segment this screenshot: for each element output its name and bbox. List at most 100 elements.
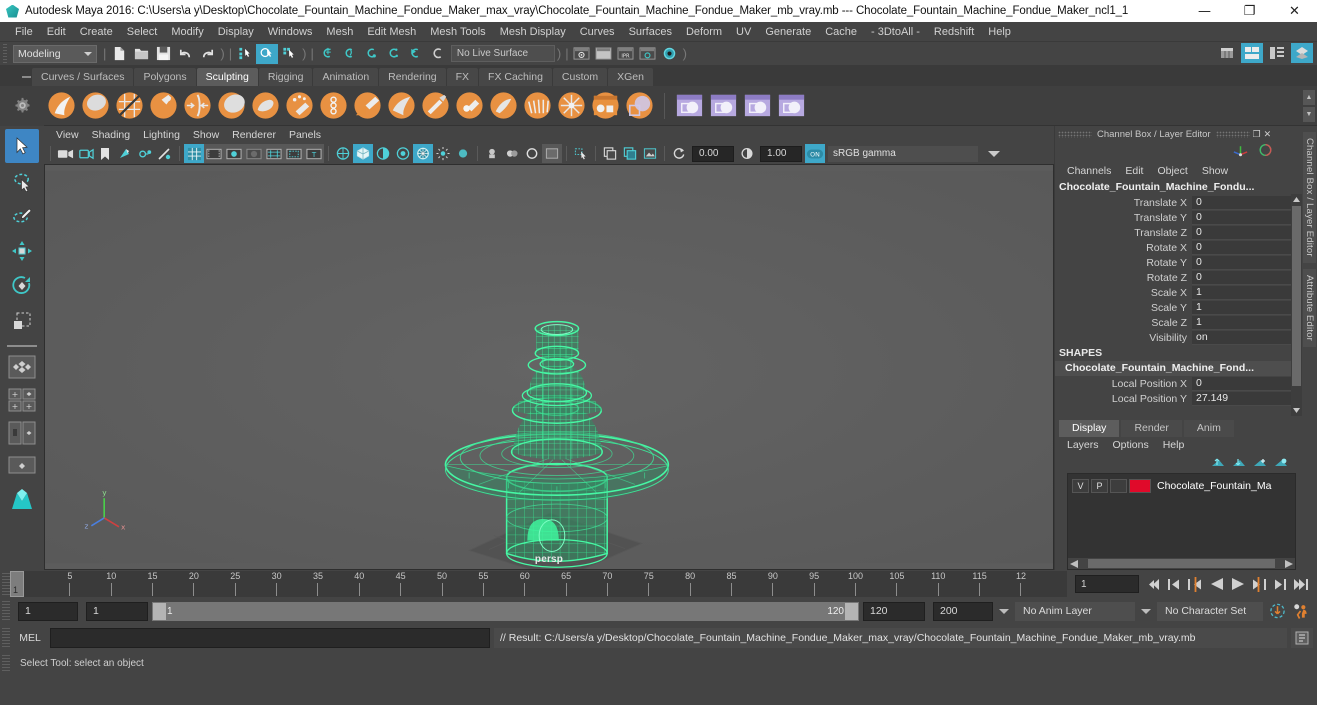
scroll-down-icon[interactable] (1292, 405, 1301, 416)
menu-3dtoall[interactable]: - 3DtoAll - (864, 24, 927, 40)
shelf-scroll-arrows[interactable]: ▲ ▼ (1303, 90, 1315, 122)
make-live-icon[interactable] (426, 44, 448, 64)
step-back-frame-icon[interactable] (1166, 575, 1183, 593)
menu-edit[interactable]: Edit (40, 24, 73, 40)
character-set-dropdown-icon[interactable] (1141, 608, 1151, 614)
xray-joints-icon[interactable] (482, 144, 502, 163)
spray-tool-icon[interactable] (284, 90, 315, 121)
animation-preferences-icon[interactable] (1292, 602, 1309, 620)
undock-panel-icon[interactable]: ❐ (1253, 129, 1261, 140)
step-forward-frame-icon[interactable] (1271, 575, 1288, 593)
sculpt-settings-icon[interactable] (708, 90, 739, 121)
dock-tab-attribute-editor[interactable]: Attribute Editor (1303, 268, 1316, 347)
snap-to-curve-icon[interactable] (338, 44, 360, 64)
two-sided-lighting-icon[interactable] (135, 144, 155, 163)
menu-surfaces[interactable]: Surfaces (622, 24, 679, 40)
step-forward-key-icon[interactable] (1250, 575, 1267, 593)
ipr-render-icon[interactable]: IPR (615, 44, 637, 64)
snap-to-view-plane-icon[interactable] (404, 44, 426, 64)
shadows-icon[interactable] (155, 144, 175, 163)
bulge-tool-icon[interactable] (556, 90, 587, 121)
channel-value-field[interactable]: 0 (1192, 195, 1302, 210)
textured-icon[interactable] (393, 144, 413, 163)
step-back-key-icon[interactable] (1187, 575, 1204, 593)
select-camera-icon[interactable] (55, 144, 75, 163)
go-to-start-icon[interactable] (1145, 575, 1162, 593)
color-management-toggle[interactable]: ON (805, 144, 825, 163)
menu-display[interactable]: Display (211, 24, 261, 40)
layer-editor-tab-render[interactable]: Render (1121, 420, 1182, 437)
range-slider-bar[interactable]: 1 120 (152, 601, 859, 621)
layer-editor-tab-display[interactable]: Display (1059, 420, 1120, 437)
viewport-menu-renderer[interactable]: Renderer (226, 128, 282, 142)
script-language-label[interactable]: MEL (10, 632, 50, 644)
viewport-menu-panels[interactable]: Panels (283, 128, 327, 142)
new-scene-icon[interactable] (108, 44, 130, 64)
select-by-component-icon[interactable] (278, 44, 300, 64)
use-all-lights-icon[interactable] (413, 144, 433, 163)
xray-icon[interactable] (453, 144, 473, 163)
anim-layer-dropdown-icon[interactable] (999, 608, 1009, 614)
channel-value-field[interactable]: 0 (1192, 210, 1302, 225)
repeat-tool-icon[interactable] (318, 90, 349, 121)
channel-box-menu-edit[interactable]: Edit (1119, 165, 1149, 177)
menu-mesh-tools[interactable]: Mesh Tools (423, 24, 492, 40)
snapshot-icon[interactable] (542, 144, 562, 163)
channel-value-field[interactable]: 0 (1192, 255, 1302, 270)
two-pane-layout[interactable] (5, 418, 39, 448)
play-backwards-icon[interactable] (1208, 575, 1225, 593)
imprint-tool-icon[interactable] (352, 90, 383, 121)
menu-mesh-display[interactable]: Mesh Display (493, 24, 573, 40)
range-right-handle[interactable] (845, 602, 858, 620)
menu-cache[interactable]: Cache (818, 24, 864, 40)
layer-list[interactable]: V P Chocolate_Fountain_Ma (1067, 473, 1296, 570)
show-hide-attribute-editor-icon[interactable] (1241, 43, 1263, 63)
field-chart-icon[interactable] (264, 144, 284, 163)
menu-uv[interactable]: UV (729, 24, 758, 40)
close-panel-icon[interactable]: ✕ (1264, 129, 1272, 140)
time-playhead[interactable]: 1 (10, 571, 24, 597)
animation-end-field[interactable]: 200 (933, 601, 993, 621)
foamy-tool-icon[interactable] (250, 90, 281, 121)
menu-create[interactable]: Create (73, 24, 120, 40)
viewport-menu-show[interactable]: Show (187, 128, 225, 142)
bookmark-icon[interactable] (95, 144, 115, 163)
mirror-sculpt-icon[interactable] (742, 90, 773, 121)
shelf-tab-sculpting[interactable]: Sculpting (196, 68, 258, 86)
wax-tool-icon[interactable] (386, 90, 417, 121)
menu-windows[interactable]: Windows (261, 24, 320, 40)
range-left-handle[interactable] (153, 602, 166, 620)
menu-mesh[interactable]: Mesh (319, 24, 360, 40)
xray-active-components-icon[interactable] (502, 144, 522, 163)
layer-list-hscrollbar[interactable] (1068, 558, 1295, 569)
channel-value-field[interactable]: 0 (1192, 225, 1302, 240)
grab-tool-icon[interactable] (148, 90, 179, 121)
viewport-menu-shading[interactable]: Shading (86, 128, 137, 142)
scroll-up-icon[interactable] (1292, 194, 1301, 205)
channel-box-menu-channels[interactable]: Channels (1061, 165, 1117, 177)
paste-view-icon[interactable] (620, 144, 640, 163)
layer-editor-tab-anim[interactable]: Anim (1183, 420, 1234, 437)
hypershade-layout[interactable] (5, 484, 39, 514)
panel-drag-handle[interactable] (1058, 130, 1092, 138)
channel-box-menu-show[interactable]: Show (1196, 165, 1234, 177)
scrape-tool-icon[interactable] (420, 90, 451, 121)
move-layer-up-icon[interactable] (1211, 457, 1225, 469)
shelf-tab-animation[interactable]: Animation (313, 68, 379, 86)
pinch-tool-icon[interactable] (182, 90, 213, 121)
show-hide-modeling-toolkit-icon[interactable] (1216, 43, 1238, 63)
redo-icon[interactable] (196, 44, 218, 64)
layer-playback-toggle[interactable]: P (1091, 478, 1108, 493)
single-perspective-layout[interactable] (5, 352, 39, 382)
menu-help[interactable]: Help (981, 24, 1018, 40)
wireframe-icon[interactable] (333, 144, 353, 163)
show-hide-channel-box-icon[interactable] (1291, 43, 1313, 63)
image-plane-icon[interactable] (115, 144, 135, 163)
undo-icon[interactable] (174, 44, 196, 64)
dock-tab-channel-box[interactable]: Channel Box / Layer Editor (1303, 132, 1316, 263)
flatten-tool-icon[interactable] (216, 90, 247, 121)
menu-select[interactable]: Select (120, 24, 165, 40)
channel-value-field[interactable]: 0 (1192, 240, 1302, 255)
relax-tool-icon[interactable] (114, 90, 145, 121)
rotate-manipulator-icon[interactable] (1257, 142, 1274, 158)
